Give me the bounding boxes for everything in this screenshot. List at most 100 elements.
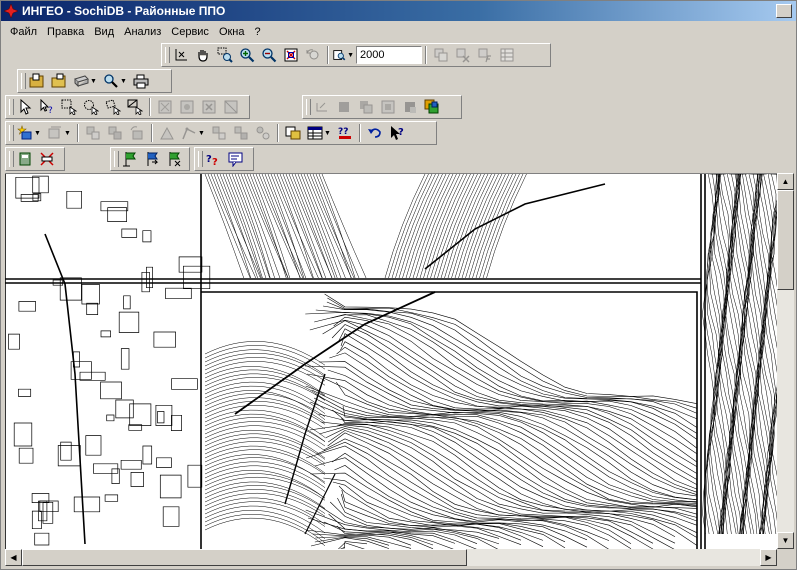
select-polygon-button[interactable]: [102, 96, 124, 118]
rotate-object-button[interactable]: [126, 122, 148, 144]
edit-toolbar: ▼ ▼ ▼ ▼ ?? ?: [5, 121, 437, 145]
layer-group-button[interactable]: [355, 96, 377, 118]
menu-service[interactable]: Сервис: [166, 25, 214, 39]
search-dropdown-button[interactable]: ▼: [100, 70, 130, 92]
hand-icon: [198, 50, 208, 62]
chevron-down-icon: ▼: [90, 77, 97, 85]
open-project-button[interactable]: [48, 70, 70, 92]
mark-remove-button[interactable]: [198, 96, 220, 118]
flag-clear-icon: [169, 152, 181, 167]
object-properties-button[interactable]: [282, 122, 304, 144]
view-toolbar: ▼: [161, 43, 551, 67]
select-line-button[interactable]: [124, 96, 146, 118]
undo-icon: [368, 128, 381, 138]
scale-input[interactable]: [356, 46, 422, 64]
scroll-left-button[interactable]: ◀: [5, 549, 22, 566]
split-object-button[interactable]: [156, 122, 178, 144]
flag-clear-button[interactable]: [163, 148, 185, 170]
print-button[interactable]: [130, 70, 152, 92]
annotation-icon: [40, 152, 54, 166]
zoom-previous-button[interactable]: [302, 44, 324, 66]
layer-ungroup-button[interactable]: [377, 96, 399, 118]
select-button[interactable]: [14, 96, 36, 118]
arrow-up-icon: ▲: [781, 177, 790, 186]
semantics-dropdown-button[interactable]: ▼: [304, 122, 334, 144]
ingeo-app-icon: [4, 4, 18, 18]
file-toolbar: ▼ ▼: [17, 69, 172, 93]
close-window-button[interactable]: [776, 4, 792, 18]
layer-up-icon: [316, 102, 327, 112]
add-vertex-button[interactable]: [208, 122, 230, 144]
menu-view[interactable]: Вид: [89, 25, 119, 39]
edit-object-dropdown-button[interactable]: ▼: [44, 122, 74, 144]
map-annotation-button[interactable]: [36, 148, 58, 170]
select-rectangle-button[interactable]: [58, 96, 80, 118]
topology-dropdown-button[interactable]: ▼: [178, 122, 208, 144]
zoom-extent-button[interactable]: [280, 44, 302, 66]
select-info-button[interactable]: ?: [36, 96, 58, 118]
zoom-window-button[interactable]: [214, 44, 236, 66]
mark-objects-button[interactable]: [154, 96, 176, 118]
layer-delete-button[interactable]: [452, 44, 474, 66]
undo-button[interactable]: [364, 122, 386, 144]
menu-analysis[interactable]: Анализ: [119, 25, 166, 39]
layer-manager-button[interactable]: [421, 96, 443, 118]
map-view[interactable]: [5, 173, 777, 549]
layer-down-button[interactable]: [333, 96, 355, 118]
query-builder-button[interactable]: ??: [203, 148, 225, 170]
zoom-in-button[interactable]: [236, 44, 258, 66]
title-bar[interactable]: ИНГЕО - SochiDB - Районные ППО: [1, 1, 796, 21]
legend-icon: [19, 152, 31, 166]
move-object-button[interactable]: [104, 122, 126, 144]
zoom-out-button[interactable]: [258, 44, 280, 66]
svg-text:?: ?: [212, 157, 218, 167]
mark-add-button[interactable]: [176, 96, 198, 118]
topology-icon: [182, 127, 196, 140]
topographic-map[interactable]: [5, 174, 777, 549]
snap-button[interactable]: [252, 122, 274, 144]
horizontal-scrollbar[interactable]: ◀ ▶: [5, 549, 777, 566]
scroll-right-button[interactable]: ▶: [760, 549, 777, 566]
pan-button[interactable]: [192, 44, 214, 66]
zoom-extent-icon: [284, 48, 298, 62]
flag-next-icon: [147, 152, 159, 166]
flag-set-button[interactable]: [119, 148, 141, 170]
formula-button[interactable]: [474, 44, 496, 66]
menu-edit[interactable]: Правка: [42, 25, 89, 39]
menu-help[interactable]: ?: [250, 25, 266, 39]
layer-copy-button[interactable]: [430, 44, 452, 66]
open-map-button[interactable]: [26, 70, 48, 92]
vertical-scroll-thumb[interactable]: [777, 190, 794, 290]
vertical-scrollbar[interactable]: ▲ ▼: [777, 173, 794, 549]
mark-invert-button[interactable]: [220, 96, 242, 118]
legend-button[interactable]: [14, 148, 36, 170]
select-rectangle-icon: [61, 99, 77, 115]
flag-next-button[interactable]: [141, 148, 163, 170]
select-circle-button[interactable]: [80, 96, 102, 118]
table-view-button[interactable]: [496, 44, 518, 66]
print-icon: [133, 74, 149, 89]
app-window: ИНГЕО - SochiDB - Районные ППО Файл Прав…: [0, 0, 797, 570]
scale-axes-button[interactable]: [170, 44, 192, 66]
create-object-dropdown-button[interactable]: ▼: [14, 122, 44, 144]
query-button[interactable]: ??: [334, 122, 356, 144]
horizontal-scroll-thumb[interactable]: [22, 549, 467, 566]
scroll-up-button[interactable]: ▲: [777, 173, 794, 190]
database-dropdown-button[interactable]: ▼: [70, 70, 100, 92]
copy-object-button[interactable]: [82, 122, 104, 144]
menu-file[interactable]: Файл: [5, 25, 42, 39]
scroll-down-button[interactable]: ▼: [777, 532, 794, 549]
delete-vertex-button[interactable]: [230, 122, 252, 144]
help-cursor-button[interactable]: ?: [386, 122, 408, 144]
layer-up-button[interactable]: [311, 96, 333, 118]
move-object-icon: [108, 126, 122, 140]
scale-dropdown-button[interactable]: ▼: [332, 44, 354, 66]
arrow-cursor-icon: [20, 99, 32, 115]
layer-merge-button[interactable]: [399, 96, 421, 118]
query-results-button[interactable]: [225, 148, 247, 170]
arrow-down-icon: ▼: [781, 536, 790, 545]
add-vertex-icon: [212, 126, 226, 140]
object-properties-icon: [285, 126, 301, 140]
mark-invert-icon: [224, 100, 238, 114]
menu-windows[interactable]: Окна: [214, 25, 250, 39]
